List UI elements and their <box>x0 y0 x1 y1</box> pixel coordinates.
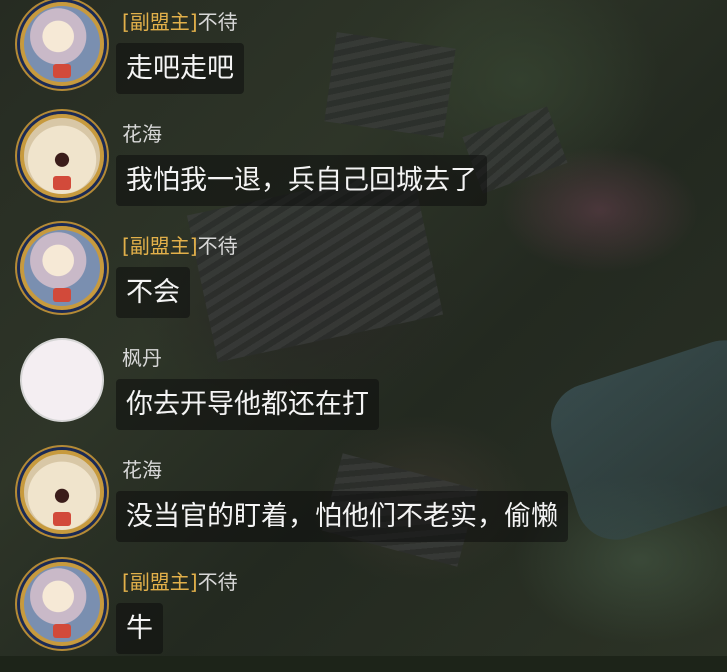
message-bubble[interactable]: 你去开导他都还在打 <box>116 379 379 430</box>
rank-badge-icon <box>53 288 71 302</box>
player-name: 不待 <box>197 570 238 594</box>
message-bubble[interactable]: 不会 <box>116 267 190 318</box>
chat-message: 花海 没当官的盯着，怕他们不老实，偷懒 <box>0 448 727 560</box>
sender-name: [副盟主]不待 <box>122 10 238 34</box>
alliance-title: [副盟主] <box>122 570 198 594</box>
alliance-title: [副盟主] <box>122 10 198 34</box>
rank-badge-icon <box>53 64 71 78</box>
player-name: 不待 <box>197 234 238 258</box>
player-avatar[interactable] <box>20 338 104 422</box>
rank-badge-icon <box>53 176 71 190</box>
player-avatar[interactable] <box>20 562 104 646</box>
sender-name: 枫丹 <box>122 346 162 370</box>
player-avatar[interactable] <box>20 450 104 534</box>
chat-message: 花海 我怕我一退，兵自己回城去了 <box>0 112 727 224</box>
player-name: 花海 <box>122 122 162 146</box>
chat-message: [副盟主]不待 走吧走吧 <box>0 0 727 112</box>
message-bubble[interactable]: 没当官的盯着，怕他们不老实，偷懒 <box>116 491 568 542</box>
player-avatar[interactable] <box>20 226 104 310</box>
chat-message: [副盟主]不待 牛 <box>0 560 727 672</box>
chat-message-list[interactable]: [副盟主]不待 走吧走吧 花海 我怕我一退，兵自己回城去了 [副盟主]不待 不会… <box>0 0 727 656</box>
message-bubble[interactable]: 走吧走吧 <box>116 43 244 94</box>
player-name: 不待 <box>197 10 238 34</box>
sender-name: 花海 <box>122 458 162 482</box>
sender-name: 花海 <box>122 122 162 146</box>
message-bubble[interactable]: 我怕我一退，兵自己回城去了 <box>116 155 487 206</box>
chat-message: [副盟主]不待 不会 <box>0 224 727 336</box>
player-name: 花海 <box>122 458 162 482</box>
message-bubble[interactable]: 牛 <box>116 603 163 654</box>
player-avatar[interactable] <box>20 114 104 198</box>
player-name: 枫丹 <box>122 346 162 370</box>
chat-message: 枫丹 你去开导他都还在打 <box>0 336 727 448</box>
sender-name: [副盟主]不待 <box>122 570 238 594</box>
sender-name: [副盟主]不待 <box>122 234 238 258</box>
player-avatar[interactable] <box>20 2 104 86</box>
rank-badge-icon <box>53 624 71 638</box>
alliance-title: [副盟主] <box>122 234 198 258</box>
rank-badge-icon <box>53 512 71 526</box>
